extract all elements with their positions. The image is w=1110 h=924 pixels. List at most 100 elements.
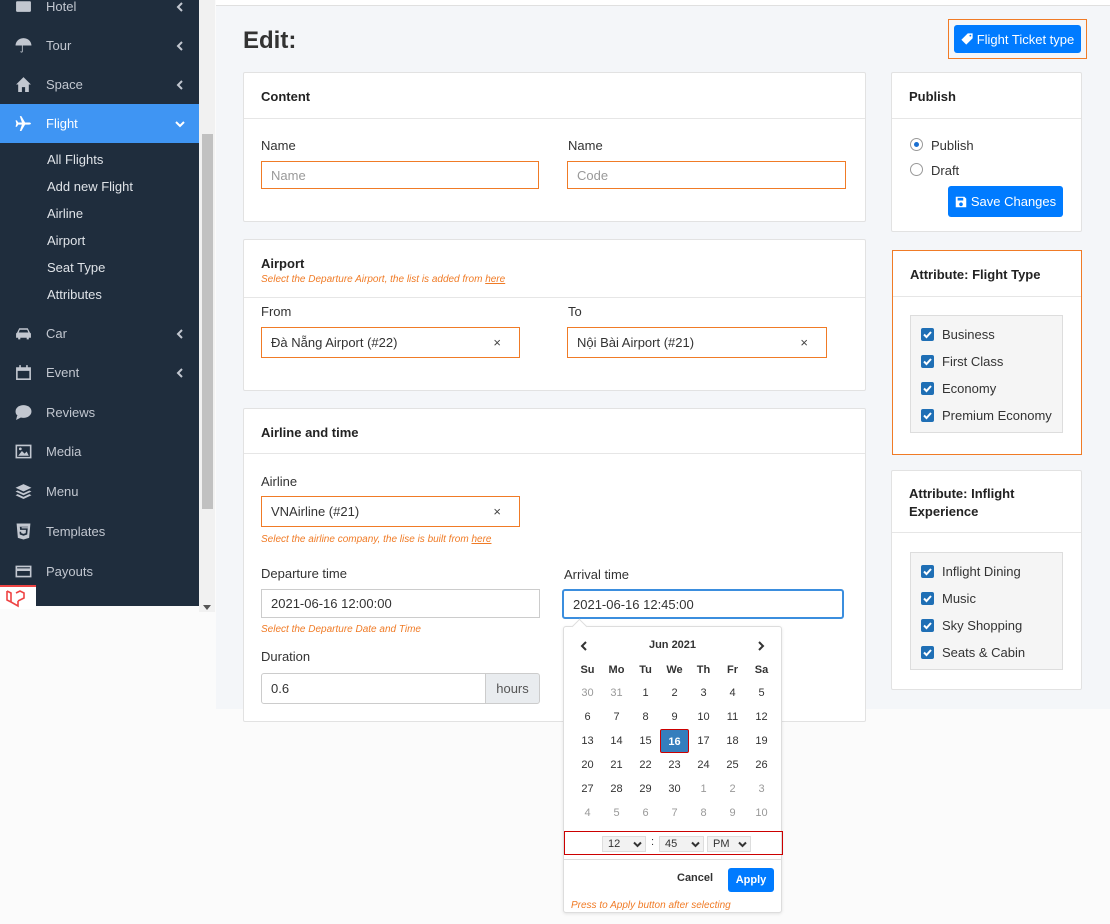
sidebar-item-tour[interactable]: Tour xyxy=(0,26,199,65)
sidebar-item-reviews[interactable]: Reviews xyxy=(0,393,199,432)
calendar-day[interactable]: 14 xyxy=(602,729,631,753)
calendar-day[interactable]: 6 xyxy=(573,705,602,729)
calendar-day[interactable]: 5 xyxy=(747,681,776,705)
card-title: Attribute: Flight Type xyxy=(910,267,1041,282)
checkbox-first-class[interactable] xyxy=(921,355,934,368)
sidebar-subitem-airport[interactable]: Airport xyxy=(47,231,85,251)
calendar-day[interactable]: 23 xyxy=(660,753,689,777)
apply-button[interactable]: Apply xyxy=(728,868,774,892)
calendar-day[interactable]: 25 xyxy=(718,753,747,777)
sidebar-item-flight[interactable]: Flight xyxy=(0,104,199,143)
checkbox-sky-shopping[interactable] xyxy=(921,619,934,632)
sidebar-item-space[interactable]: Space xyxy=(0,65,199,104)
sidebar-subitem-seat-type[interactable]: Seat Type xyxy=(47,258,105,278)
draft-radio[interactable] xyxy=(910,163,923,176)
calendar-day[interactable]: 19 xyxy=(747,729,776,753)
sidebar-item-media[interactable]: Media xyxy=(0,432,199,471)
checkbox-music[interactable] xyxy=(921,592,934,605)
airline-hint-link[interactable]: here xyxy=(471,534,491,545)
code-input[interactable]: Code xyxy=(567,161,846,189)
calendar-day[interactable]: 1 xyxy=(631,681,660,705)
airport-hint-link[interactable]: here xyxy=(485,274,505,285)
clear-icon[interactable]: × xyxy=(800,335,808,350)
calendar-day[interactable]: 15 xyxy=(631,729,660,753)
calendar-day[interactable]: 18 xyxy=(718,729,747,753)
sidebar-subitem-airline[interactable]: Airline xyxy=(47,204,83,224)
sidebar-subitem-all-flights[interactable]: All Flights xyxy=(47,150,103,170)
checkbox-economy[interactable] xyxy=(921,382,934,395)
chevron-left-icon xyxy=(161,328,199,339)
calendar-day[interactable]: 28 xyxy=(602,777,631,801)
checkbox-seats-cabin[interactable] xyxy=(921,646,934,659)
calendar-day[interactable]: 30 xyxy=(573,681,602,705)
ampm-select[interactable]: PM xyxy=(707,836,751,852)
sidebar-subitem-attributes[interactable]: Attributes xyxy=(47,285,102,305)
calendar-day[interactable]: 27 xyxy=(573,777,602,801)
sidebar-item-hotel[interactable]: Hotel xyxy=(0,0,199,26)
sidebar-item-car[interactable]: Car xyxy=(0,314,199,353)
calendar-day[interactable]: 17 xyxy=(689,729,718,753)
publish-radio[interactable] xyxy=(910,138,923,151)
clear-icon[interactable]: × xyxy=(493,504,501,519)
inflight-checklist: Inflight Dining Music Sky Shopping Seats… xyxy=(910,552,1063,670)
cancel-button[interactable]: Cancel xyxy=(677,872,713,884)
calendar-day[interactable]: 26 xyxy=(747,753,776,777)
calendar-day[interactable]: 22 xyxy=(631,753,660,777)
calendar-day[interactable]: 30 xyxy=(660,777,689,801)
card-title: Publish xyxy=(909,89,956,104)
card-title: Airline and time xyxy=(261,425,359,440)
arrival-time-input[interactable]: 2021-06-16 12:45:00 xyxy=(562,589,844,619)
calendar-day[interactable]: 3 xyxy=(747,777,776,801)
calendar-day[interactable]: 13 xyxy=(573,729,602,753)
calendar-day[interactable]: 4 xyxy=(573,801,602,825)
calendar-day[interactable]: 10 xyxy=(747,801,776,825)
calendar-day-selected[interactable]: 16 xyxy=(660,729,689,753)
calendar-day[interactable]: 11 xyxy=(718,705,747,729)
minute-select[interactable]: 45 xyxy=(659,836,704,852)
scroll-down-arrow[interactable] xyxy=(203,605,211,610)
clear-icon[interactable]: × xyxy=(493,335,501,350)
calendar-day[interactable]: 8 xyxy=(689,801,718,825)
calendar-day[interactable]: 21 xyxy=(602,753,631,777)
name-input[interactable]: Name xyxy=(261,161,539,189)
sidebar-subitem-add-new-flight[interactable]: Add new Flight xyxy=(47,177,133,197)
chevron-right-icon[interactable] xyxy=(756,639,770,653)
calendar-day[interactable]: 31 xyxy=(602,681,631,705)
sidebar-item-templates[interactable]: Templates xyxy=(0,512,199,551)
duration-input[interactable]: 0.6 xyxy=(261,673,486,704)
departure-time-input[interactable]: 2021-06-16 12:00:00 xyxy=(261,589,540,618)
calendar-day[interactable]: 8 xyxy=(631,705,660,729)
calendar-day[interactable]: 20 xyxy=(573,753,602,777)
calendar-day[interactable]: 12 xyxy=(747,705,776,729)
sidebar-scrollbar[interactable] xyxy=(199,0,215,612)
calendar-day[interactable]: 9 xyxy=(660,705,689,729)
airline-select[interactable]: VNAirline (#21) × xyxy=(261,496,520,527)
card-header: Airline and time xyxy=(244,409,865,454)
calendar-day[interactable]: 3 xyxy=(689,681,718,705)
checkbox-premium-economy[interactable] xyxy=(921,409,934,422)
flight-ticket-type-button[interactable]: Flight Ticket type xyxy=(954,25,1081,53)
scrollbar-thumb[interactable] xyxy=(202,134,213,509)
calendar-day[interactable]: 10 xyxy=(689,705,718,729)
laravel-logo-tab[interactable] xyxy=(0,585,36,609)
checkbox-business[interactable] xyxy=(921,328,934,341)
checkbox-inflight-dining[interactable] xyxy=(921,565,934,578)
calendar-day[interactable]: 1 xyxy=(689,777,718,801)
sidebar-item-event[interactable]: Event xyxy=(0,353,199,392)
calendar-day[interactable]: 7 xyxy=(660,801,689,825)
calendar-day[interactable]: 4 xyxy=(718,681,747,705)
sidebar-item-menu[interactable]: Menu xyxy=(0,472,199,511)
save-icon xyxy=(955,196,967,207)
calendar-day[interactable]: 2 xyxy=(660,681,689,705)
calendar-day[interactable]: 29 xyxy=(631,777,660,801)
to-airport-select[interactable]: Nội Bài Airport (#21) × xyxy=(567,327,827,358)
calendar-day[interactable]: 6 xyxy=(631,801,660,825)
calendar-day[interactable]: 9 xyxy=(718,801,747,825)
calendar-day[interactable]: 5 xyxy=(602,801,631,825)
hour-select[interactable]: 12 xyxy=(602,836,646,852)
calendar-day[interactable]: 24 xyxy=(689,753,718,777)
from-airport-select[interactable]: Đà Nẵng Airport (#22) × xyxy=(261,327,520,358)
calendar-day[interactable]: 7 xyxy=(602,705,631,729)
save-changes-button[interactable]: Save Changes xyxy=(948,186,1063,217)
calendar-day[interactable]: 2 xyxy=(718,777,747,801)
